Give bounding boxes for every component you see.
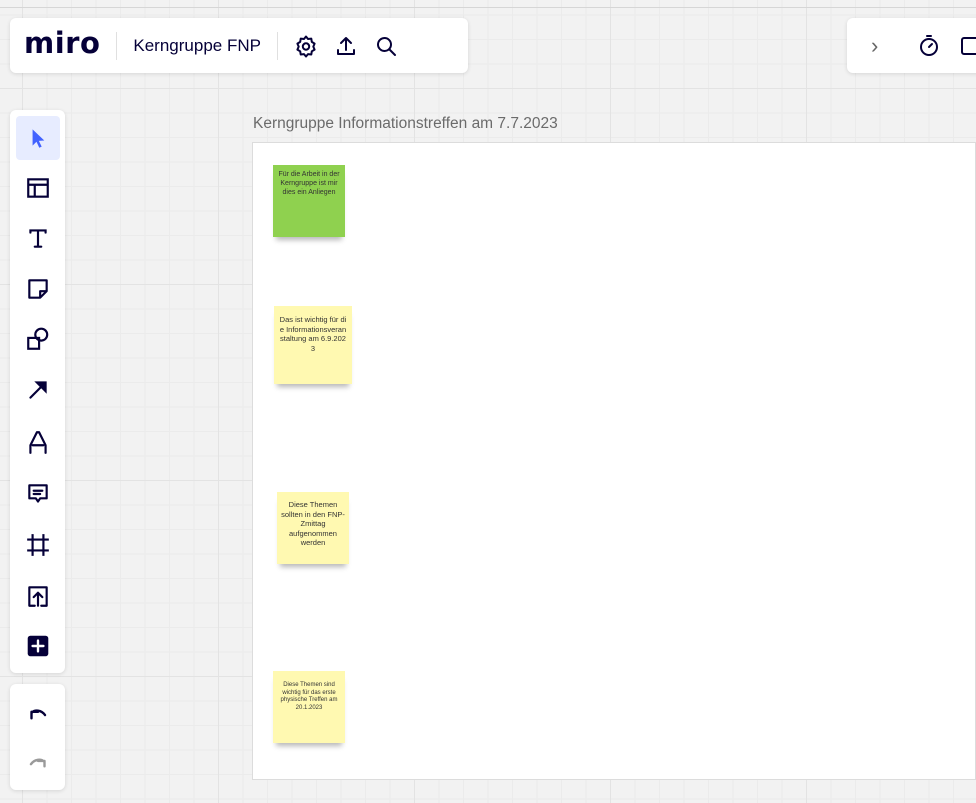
search-icon bbox=[376, 36, 396, 56]
sticky-note[interactable]: Diese Themen sind wichtig für das erste … bbox=[273, 671, 345, 743]
frame-tool[interactable] bbox=[16, 523, 60, 567]
templates-tool[interactable] bbox=[16, 166, 60, 210]
pen-icon bbox=[29, 431, 47, 454]
upload-icon bbox=[336, 36, 355, 55]
layout-icon bbox=[27, 178, 49, 198]
header-divider bbox=[116, 31, 118, 60]
pen-tool[interactable] bbox=[16, 420, 60, 464]
board-frame[interactable] bbox=[252, 142, 976, 780]
header-divider bbox=[276, 31, 278, 60]
text-icon bbox=[29, 229, 47, 248]
sticky-note[interactable]: Für die Arbeit in der Kerngruppe ist mir… bbox=[273, 165, 345, 237]
sticky-note-text: Diese Themen sollten in den FNP-Zmittag … bbox=[281, 500, 345, 548]
sticky-note-tool[interactable] bbox=[16, 267, 60, 311]
sticky-note[interactable]: Das ist wichtig für die Informationsvera… bbox=[274, 306, 352, 384]
miro-logo[interactable]: miro bbox=[24, 29, 100, 58]
sticky-note-text: Diese Themen sind wichtig für das erste … bbox=[280, 682, 338, 712]
board-name[interactable]: Kerngruppe FNP bbox=[133, 36, 261, 56]
comment-icon bbox=[28, 484, 48, 503]
settings-button[interactable] bbox=[286, 26, 326, 66]
timer-button[interactable] bbox=[909, 26, 949, 66]
board-header: miro Kerngruppe FNP bbox=[10, 18, 468, 73]
collaboration-toolbar: › bbox=[847, 18, 976, 73]
plus-icon bbox=[27, 635, 49, 657]
frame-icon bbox=[27, 534, 49, 556]
present-button[interactable] bbox=[949, 26, 976, 66]
window-top-border bbox=[0, 7, 976, 8]
redo-icon bbox=[29, 758, 46, 768]
sticky-note-text: Für die Arbeit in der Kerngruppe ist mir… bbox=[278, 171, 340, 196]
present-icon bbox=[961, 36, 976, 55]
frame-title[interactable]: Kerngruppe Informationstreffen am 7.7.20… bbox=[253, 115, 558, 133]
settings-icon bbox=[296, 35, 316, 57]
share-upload-button[interactable] bbox=[326, 26, 366, 66]
more-apps-tool[interactable] bbox=[16, 624, 60, 668]
redo-button[interactable] bbox=[16, 740, 60, 784]
sticky-note-icon bbox=[28, 279, 48, 299]
connection-line-tool[interactable] bbox=[16, 368, 60, 412]
undo-icon bbox=[30, 709, 47, 720]
shapes-tool[interactable] bbox=[16, 317, 60, 361]
undo-button[interactable] bbox=[16, 692, 60, 736]
sticky-note-text: Das ist wichtig für die Informationsvera… bbox=[279, 315, 347, 353]
expand-toolbar-button[interactable]: › bbox=[871, 33, 891, 59]
search-button[interactable] bbox=[366, 26, 406, 66]
timer-icon bbox=[920, 34, 938, 56]
select-tool[interactable] bbox=[16, 116, 60, 160]
comment-tool[interactable] bbox=[16, 472, 60, 516]
creation-toolbar bbox=[10, 110, 65, 673]
text-tool[interactable] bbox=[16, 216, 60, 260]
history-toolbar bbox=[10, 684, 65, 790]
cursor-icon bbox=[32, 129, 45, 148]
upload-icon bbox=[28, 586, 48, 607]
arrow-icon bbox=[29, 381, 47, 399]
sticky-note[interactable]: Diese Themen sollten in den FNP-Zmittag … bbox=[277, 492, 349, 564]
shapes-icon bbox=[27, 327, 49, 350]
upload-tool[interactable] bbox=[16, 574, 60, 618]
